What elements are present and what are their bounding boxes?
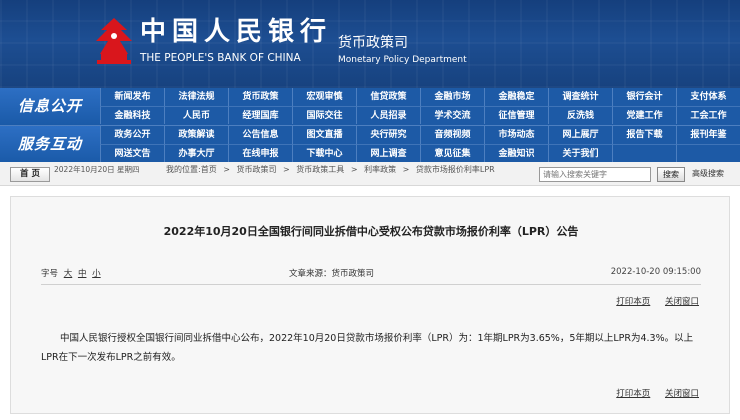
nav-item[interactable]: 报告下载: [612, 126, 676, 144]
breadcrumb-item[interactable]: 货币政策司: [237, 165, 277, 174]
publish-time: 2022-10-20 09:15:00: [610, 267, 701, 277]
main-navigation: 信息公开 新闻发布 法律法规 货币政策 宏观审慎 信贷政策 金融市场 金融稳定 …: [0, 88, 740, 163]
nav-item[interactable]: 办事大厅: [164, 144, 228, 162]
site-banner: 中国人民银行 THE PEOPLE'S BANK OF CHINA 货币政策司 …: [0, 0, 740, 88]
nav-item[interactable]: 图文直播: [292, 126, 356, 144]
font-size-medium[interactable]: 中: [78, 269, 87, 279]
nav-item[interactable]: 央行研究: [356, 126, 420, 144]
nav-item[interactable]: 市场动态: [484, 126, 548, 144]
nav-item[interactable]: 反洗钱: [548, 106, 612, 124]
nav-item[interactable]: 支付体系: [676, 88, 740, 106]
nav-item[interactable]: 网上展厅: [548, 126, 612, 144]
breadcrumb-item[interactable]: 利率政策: [364, 165, 396, 174]
close-window-link[interactable]: 关闭窗口: [665, 297, 699, 307]
nav-item[interactable]: 音频视频: [420, 126, 484, 144]
department-name-en: Monetary Policy Department: [338, 55, 467, 65]
nav-item[interactable]: 工会工作: [676, 106, 740, 124]
article-title: 2022年10月20日全国银行间同业拆借中心受权公布贷款市场报价利率（LPR）公…: [163, 225, 579, 238]
nav-item[interactable]: 经理国库: [228, 106, 292, 124]
nav-item[interactable]: 宏观审慎: [292, 88, 356, 106]
article-actions-bottom: 打印本页 关闭窗口: [604, 387, 699, 399]
advanced-search-link[interactable]: 高级搜索: [692, 169, 724, 179]
nav-item[interactable]: 国际交往: [292, 106, 356, 124]
print-link[interactable]: 打印本页: [616, 389, 650, 399]
nav-group-title: 服务互动: [0, 126, 100, 163]
nav-item[interactable]: 金融知识: [484, 144, 548, 162]
current-date: 2022年10月20日 星期四: [54, 165, 140, 174]
font-size-control: 字号 大 中 小: [41, 267, 101, 279]
nav-item[interactable]: 意见征集: [420, 144, 484, 162]
nav-item[interactable]: 关于我们: [548, 144, 612, 162]
nav-item[interactable]: 报刊年鉴: [676, 126, 740, 144]
breadcrumb-bar: 首 页 2022年10月20日 星期四 我的位置:首页 > 货币政策司 > 货币…: [0, 162, 740, 186]
search-button[interactable]: 搜索: [657, 167, 685, 182]
breadcrumb-separator: >: [283, 165, 290, 174]
nav-item[interactable]: 新闻发布: [100, 88, 164, 106]
print-link[interactable]: 打印本页: [616, 297, 650, 307]
font-size-large[interactable]: 大: [64, 269, 73, 279]
breadcrumb-item[interactable]: 货币政策工具: [296, 165, 344, 174]
bank-name-cn[interactable]: 中国人民银行: [140, 18, 332, 46]
nav-item[interactable]: 法律法规: [164, 88, 228, 106]
search-input[interactable]: [539, 167, 651, 182]
nav-item-empty: [676, 144, 740, 162]
article-meta: 字号 大 中 小 文章来源：货币政策司 2022-10-20 09:15:00: [41, 263, 701, 285]
nav-item[interactable]: 金融稳定: [484, 88, 548, 106]
nav-item[interactable]: 货币政策: [228, 88, 292, 106]
nav-item[interactable]: 征信管理: [484, 106, 548, 124]
nav-item-empty: [612, 144, 676, 162]
nav-item[interactable]: 网送文告: [100, 144, 164, 162]
nav-item[interactable]: 政策解读: [164, 126, 228, 144]
nav-cells: 新闻发布 法律法规 货币政策 宏观审慎 信贷政策 金融市场 金融稳定 调查统计 …: [100, 88, 740, 125]
article-body: 中国人民银行授权全国银行间同业拆借中心公布，2022年10月20日贷款市场报价利…: [41, 333, 694, 363]
nav-item[interactable]: 党建工作: [612, 106, 676, 124]
nav-item[interactable]: 调查统计: [548, 88, 612, 106]
breadcrumb-item[interactable]: 贷款市场报价利率LPR: [416, 165, 495, 174]
nav-item[interactable]: 金融科技: [100, 106, 164, 124]
bank-name-en[interactable]: THE PEOPLE'S BANK OF CHINA: [140, 52, 301, 64]
font-size-label: 字号: [41, 269, 59, 279]
breadcrumb-separator: >: [402, 165, 410, 174]
nav-item[interactable]: 网上调查: [356, 144, 420, 162]
nav-item[interactable]: 信贷政策: [356, 88, 420, 106]
nav-item[interactable]: 人员招录: [356, 106, 420, 124]
nav-item[interactable]: 银行会计: [612, 88, 676, 106]
breadcrumb-location[interactable]: 我的位置:首页: [166, 165, 217, 174]
nav-item[interactable]: 学术交流: [420, 106, 484, 124]
article-actions-top: 打印本页 关闭窗口: [604, 295, 699, 307]
nav-item[interactable]: 在线申报: [228, 144, 292, 162]
nav-item[interactable]: 下载中心: [292, 144, 356, 162]
home-button[interactable]: 首 页: [10, 167, 50, 182]
nav-item[interactable]: 人民币: [164, 106, 228, 124]
nav-cells: 政务公开 政策解读 公告信息 图文直播 央行研究 音频视频 市场动态 网上展厅 …: [100, 126, 740, 163]
nav-group-title: 信息公开: [0, 88, 100, 125]
nav-item[interactable]: 政务公开: [100, 126, 164, 144]
nav-group-info-disclosure: 信息公开 新闻发布 法律法规 货币政策 宏观审慎 信贷政策 金融市场 金融稳定 …: [0, 88, 740, 125]
department-name-cn: 货币政策司: [338, 35, 408, 51]
article-panel: 2022年10月20日全国银行间同业拆借中心受权公布贷款市场报价利率（LPR）公…: [10, 196, 730, 414]
breadcrumb: 我的位置:首页 > 货币政策司 > 货币政策工具 > 利率政策 > 贷款市场报价…: [166, 165, 499, 175]
breadcrumb-separator: >: [350, 165, 358, 174]
font-size-small[interactable]: 小: [92, 269, 101, 279]
bank-emblem-icon[interactable]: [94, 16, 134, 66]
article-source: 文章来源：货币政策司: [289, 269, 375, 279]
nav-item[interactable]: 公告信息: [228, 126, 292, 144]
breadcrumb-separator: >: [223, 165, 230, 174]
nav-item[interactable]: 金融市场: [420, 88, 484, 106]
close-window-link[interactable]: 关闭窗口: [665, 389, 699, 399]
nav-group-service-interaction: 服务互动 政务公开 政策解读 公告信息 图文直播 央行研究 音频视频 市场动态 …: [0, 125, 740, 163]
